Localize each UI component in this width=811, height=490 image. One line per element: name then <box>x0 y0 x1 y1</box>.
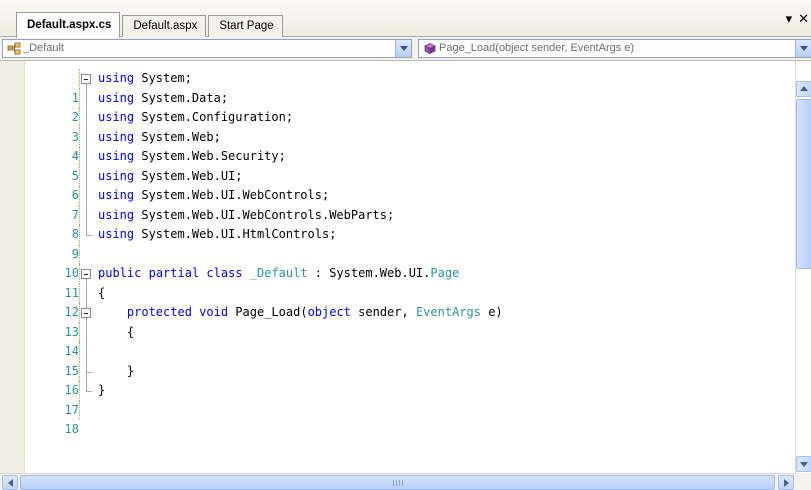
code-line: 1 using System; <box>25 69 795 105</box>
outline-guide <box>81 361 92 381</box>
outline-guide <box>81 322 92 342</box>
class-icon <box>7 42 21 55</box>
code-line: 15 <box>25 342 795 378</box>
tab-default-aspx[interactable]: Default.aspx <box>122 15 207 37</box>
outline-guide <box>81 147 92 167</box>
code-line: 4 using System.Web; <box>25 127 795 163</box>
grip-icon <box>392 480 403 486</box>
scroll-left-icon[interactable] <box>2 475 18 490</box>
document-tab-strip: Default.aspx.cs Default.aspx Start Page … <box>0 0 811 38</box>
outline-end <box>81 225 92 245</box>
code-text: using System.Web.UI.WebControls.WebParts… <box>98 207 395 222</box>
outline-guide <box>81 186 92 206</box>
method-icon <box>424 43 436 55</box>
tab-controls: ▾ ✕ <box>786 13 809 27</box>
scroll-down-icon[interactable] <box>796 456 811 472</box>
vertical-scrollbar[interactable] <box>795 61 811 473</box>
code-text: using System.Data; <box>98 90 229 105</box>
code-area[interactable]: 1 using System; 2 using System.Data; 3 u… <box>25 69 795 436</box>
code-text: using System.Configuration; <box>98 110 294 124</box>
document-tabs: Default.aspx.cs Default.aspx Start Page <box>16 11 285 38</box>
change-bar <box>79 400 82 420</box>
code-text: using System.Web.UI; <box>98 168 243 183</box>
indicator-margin[interactable] <box>0 61 25 473</box>
tab-default-aspx-cs[interactable]: Default.aspx.cs <box>16 12 121 38</box>
navigation-bar: _Default Page_Load(object sender, EventA… <box>0 37 811 61</box>
member-combo-chevron-down-icon[interactable] <box>795 40 811 57</box>
tab-start-page[interactable]: Start Page <box>208 15 283 37</box>
outline-guide <box>81 205 92 225</box>
close-document-icon[interactable]: ✕ <box>798 13 809 27</box>
code-line: 2 using System.Data; <box>25 88 795 124</box>
code-text: { <box>98 285 106 300</box>
code-line: 9 using System.Web.UI.HtmlControls; <box>25 225 795 261</box>
class-combo-value: _Default <box>23 42 64 54</box>
outline-guide <box>81 127 92 147</box>
outline-guide <box>81 283 92 303</box>
change-bar <box>79 244 82 264</box>
code-line: 6 using System.Web.UI; <box>25 166 795 202</box>
code-line: 16 } <box>25 361 795 397</box>
class-combo[interactable]: _Default <box>2 39 412 58</box>
outline-collapse-icon[interactable] <box>81 69 92 89</box>
outline-guide <box>81 342 92 362</box>
code-line: 5 using System.Web.Security; <box>25 147 795 183</box>
outline-collapse-icon[interactable] <box>81 264 92 284</box>
code-line: 8 using System.Web.UI.WebControls.WebPar… <box>25 205 795 241</box>
code-text: using System; <box>98 71 192 85</box>
code-text: } <box>98 363 135 378</box>
code-line: 17 } <box>25 381 795 417</box>
code-line: 3 using System.Configuration; <box>25 108 795 144</box>
outline-guide <box>81 166 92 186</box>
code-text: { <box>98 324 135 339</box>
scrollbar-corner <box>794 473 811 490</box>
horizontal-scrollbar[interactable] <box>0 473 811 490</box>
code-text: } <box>98 383 106 397</box>
code-line: 7 using System.Web.UI.WebControls; <box>25 186 795 222</box>
code-text: using System.Web.Security; <box>98 149 286 163</box>
code-line: 10 <box>25 244 795 280</box>
code-text: protected void Page_Load(object sender, … <box>126 305 503 319</box>
scroll-up-icon[interactable] <box>796 81 811 97</box>
scroll-right-icon[interactable] <box>778 475 794 490</box>
horizontal-scroll-thumb[interactable] <box>20 475 775 490</box>
member-combo-value: Page_Load(object sender, EventArgs e) <box>439 42 635 54</box>
code-text: public partial class _Default : System.W… <box>98 266 460 280</box>
code-line: 18 <box>25 400 795 436</box>
code-line: 14 { <box>25 322 795 358</box>
class-combo-chevron-down-icon[interactable] <box>395 40 411 57</box>
outline-end <box>81 381 92 401</box>
line-number: 18 <box>64 422 79 436</box>
code-editor[interactable]: 1 using System; 2 using System.Data; 3 u… <box>0 61 811 473</box>
code-line: 12 { <box>25 283 795 319</box>
code-text: using System.Web; <box>98 129 221 144</box>
vertical-scroll-thumb[interactable] <box>796 99 811 269</box>
window-list-dropdown-icon[interactable]: ▾ <box>786 13 793 27</box>
member-combo[interactable]: Page_Load(object sender, EventArgs e) <box>418 39 811 58</box>
outline-collapse-icon[interactable] <box>81 303 92 323</box>
outline-guide <box>81 108 92 128</box>
code-line: 11 public partial class _Default : Syste… <box>25 264 795 300</box>
code-text: using System.Web.UI.HtmlControls; <box>98 227 337 241</box>
outline-guide <box>81 88 92 108</box>
code-line: 13 protected void Page_Load(object sende… <box>25 303 795 339</box>
code-text: using System.Web.UI.WebControls; <box>98 188 330 202</box>
